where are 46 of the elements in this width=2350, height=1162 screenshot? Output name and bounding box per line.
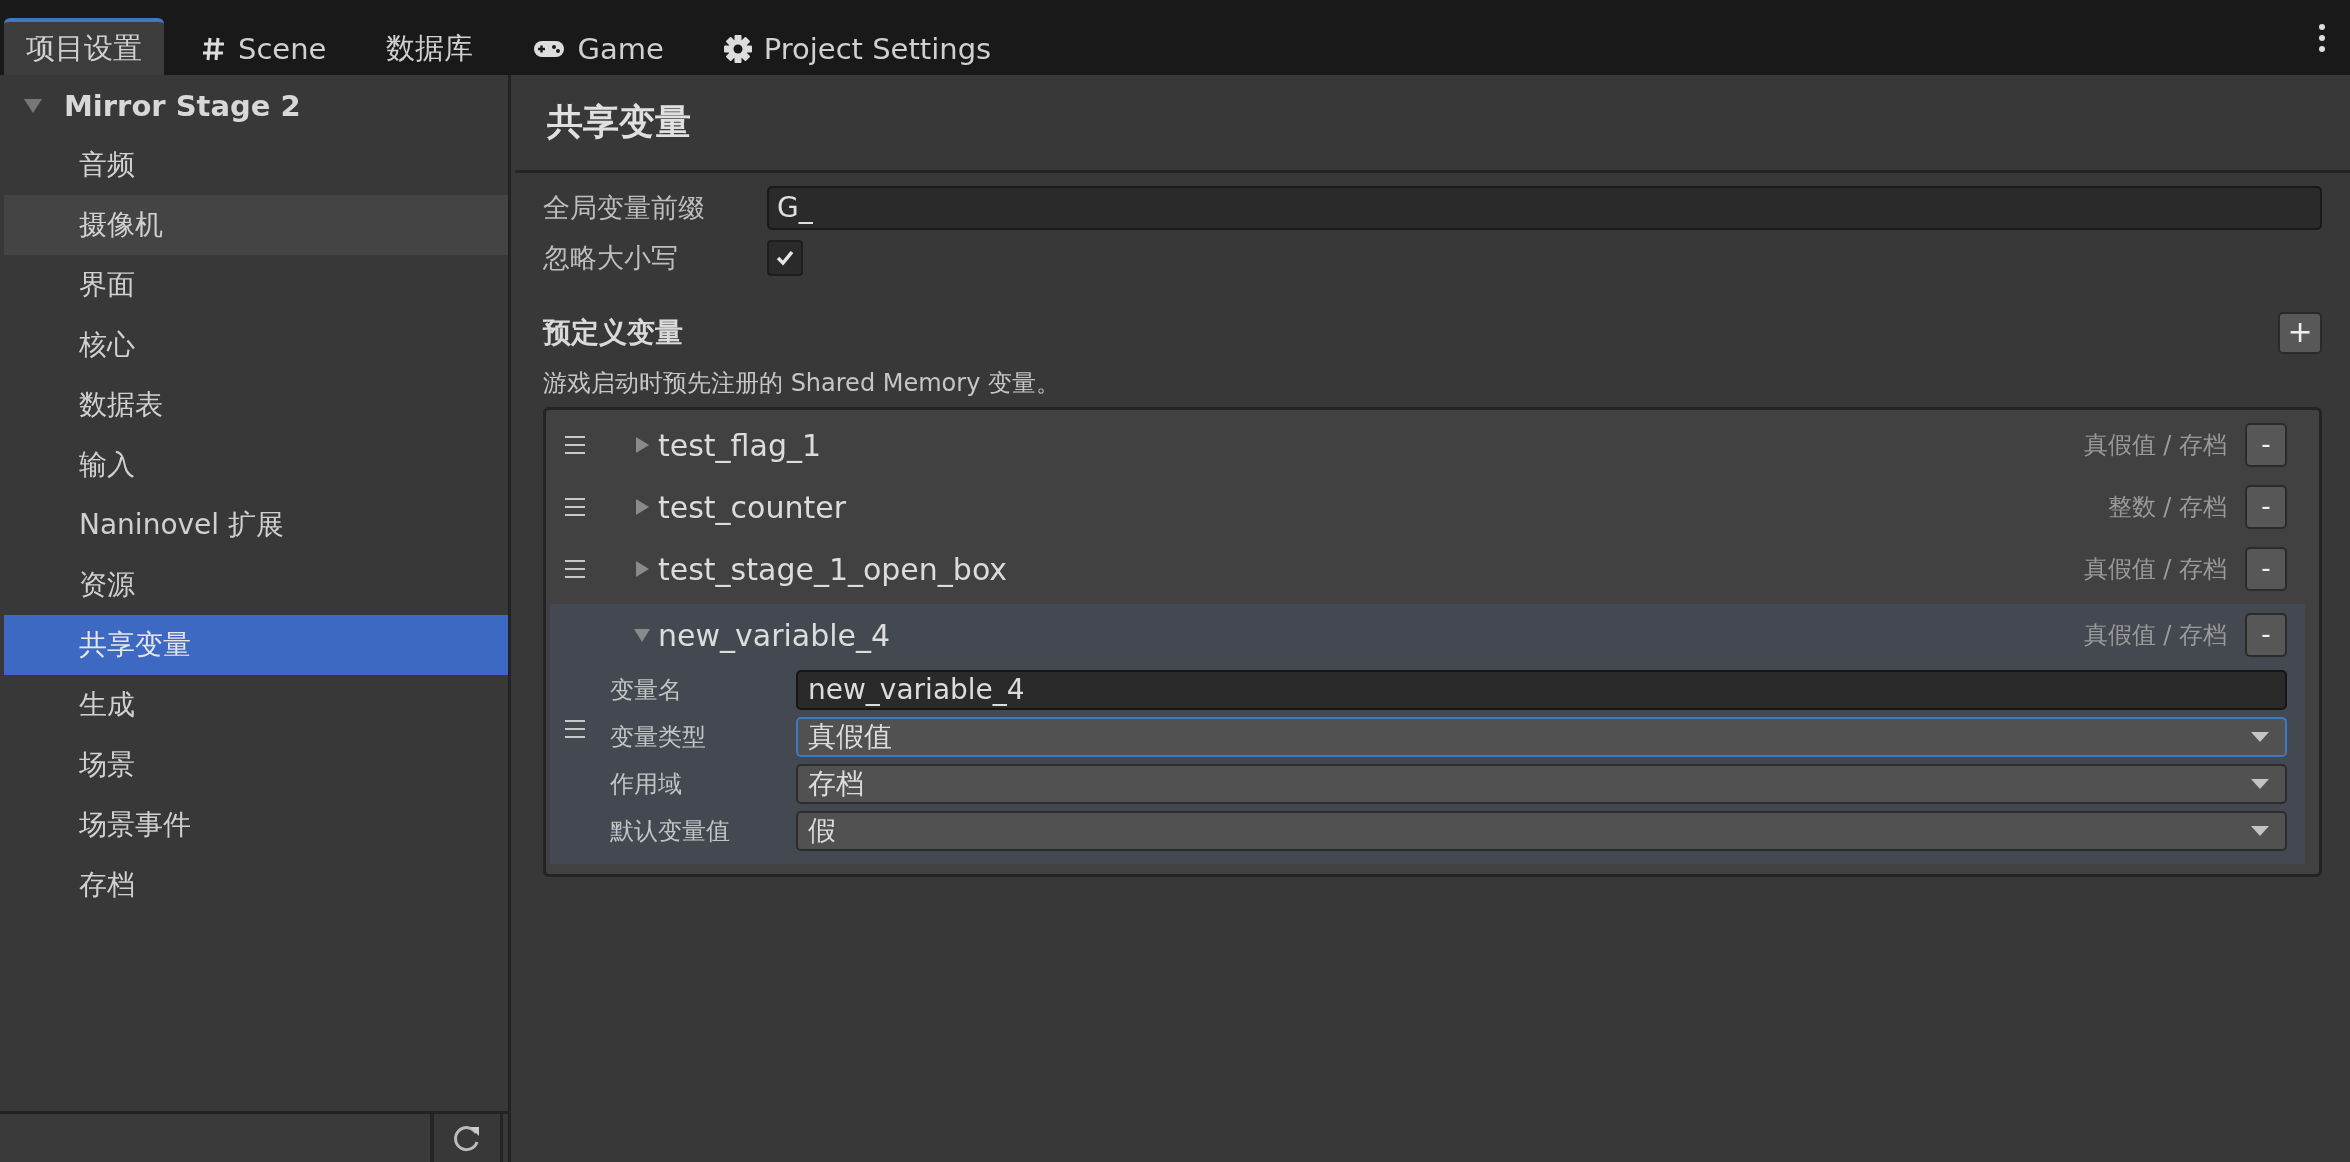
variable-summary: 整数 / 存档 [2107,492,2227,523]
dropdown[interactable]: 真假值 [796,716,2287,757]
input-field[interactable]: new_variable_4 [796,669,2287,710]
tree-item[interactable]: 场景事件 [4,795,508,855]
variable-summary: 真假值 / 存档 [2083,430,2227,461]
tab[interactable]: 项目设置 [4,18,164,75]
variable-summary: 真假值 / 存档 [2083,554,2227,585]
dropdown[interactable]: 假 [796,810,2287,851]
tree-item[interactable]: Mirror Stage 2 [4,77,508,135]
tree-item[interactable]: 输入 [4,435,508,495]
tree-item[interactable]: 音频 [4,135,508,195]
variable-item[interactable]: test_flag_1 [600,427,2084,463]
field-label: 默认变量值 [609,815,731,847]
variable-summary: 真假值 / 存档 [2083,620,2227,651]
tree-item[interactable]: 共享变量 [4,615,508,675]
page-title: 共享变量 [547,100,691,144]
variable-item[interactable]: new_variable_4 [600,617,2084,653]
variable-item[interactable]: test_counter [600,489,2108,525]
remove-button[interactable]: - [2245,547,2287,591]
remove-button[interactable]: - [2245,423,2287,467]
field-label: 变量类型 [609,721,707,753]
field-label: 作用域 [609,768,683,800]
dropdown[interactable]: 存档 [796,763,2287,804]
remove-button[interactable]: - [2245,613,2287,657]
tree-item[interactable]: 场景 [4,735,508,795]
tab[interactable]: Game [511,18,686,75]
tab[interactable]: Scene [180,18,349,75]
tree-item[interactable]: 存档 [4,855,508,915]
tree-item[interactable]: 生成 [4,675,508,735]
description: 游戏启动时预先注册的 Shared Memory 变量。 [543,368,1061,399]
section-title: 预定义变量 [543,315,683,351]
add-button[interactable]: + [2278,312,2322,354]
tab[interactable]: Project Settings [701,18,1014,75]
tree-item[interactable]: Naninovel 扩展 [4,495,508,555]
remove-button[interactable]: - [2245,485,2287,529]
tree-item[interactable]: 摄像机 [4,195,508,255]
variable-item[interactable]: test_stage_1_open_box [600,551,2084,587]
input-field[interactable]: G_ [767,186,2322,230]
field-label: 变量名 [609,674,683,706]
tree-item[interactable]: 核心 [4,315,508,375]
tree-item[interactable]: 界面 [4,255,508,315]
field-label: 忽略大小写 [543,241,679,275]
tab[interactable]: 数据库 [364,18,496,75]
tree-item[interactable]: 数据表 [4,375,508,435]
tree-item[interactable]: 资源 [4,555,508,615]
field-label: 全局变量前缀 [543,191,706,225]
